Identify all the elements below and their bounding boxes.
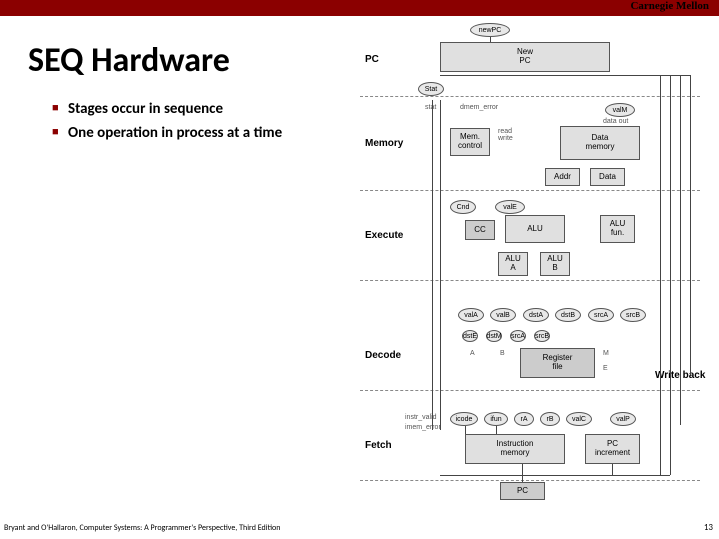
addr-block: Addr xyxy=(545,168,580,186)
wire xyxy=(465,426,466,434)
stage-label-execute: Execute xyxy=(365,230,403,241)
seq-hardware-diagram: PC Memory Execute Decode Write back Fetc… xyxy=(350,20,710,510)
dstm-small: dstM xyxy=(486,330,502,342)
ra-oval: rA xyxy=(514,412,534,426)
vala-oval: valA xyxy=(458,308,484,322)
stage-separator xyxy=(360,280,700,281)
srca-oval: srcA xyxy=(588,308,614,322)
alu-b-block: ALU B xyxy=(540,252,570,276)
pc-register-block: PC xyxy=(500,482,545,500)
wire xyxy=(670,75,671,475)
vale-oval: valE xyxy=(495,200,525,214)
srcb-oval: srcB xyxy=(620,308,646,322)
wire xyxy=(522,464,523,482)
bullet-item: Stages occur in sequence xyxy=(52,100,332,118)
stage-separator xyxy=(360,390,700,391)
mem-control-block: Mem. control xyxy=(450,128,490,156)
port-b: B xyxy=(500,350,505,357)
dste-small: dstE xyxy=(462,330,478,342)
brand-label: Carnegie Mellon xyxy=(630,0,709,12)
wire xyxy=(440,75,690,76)
data-memory-block: Data memory xyxy=(560,126,640,160)
register-file-block: Register file xyxy=(520,348,595,378)
port-e: E xyxy=(603,365,608,372)
footer-citation: Bryant and O'Hallaron, Computer Systems:… xyxy=(4,523,280,533)
data-out-label: data out xyxy=(603,118,628,125)
cnd-oval: Cnd xyxy=(450,200,476,214)
stage-label-memory: Memory xyxy=(365,138,403,149)
stage-separator xyxy=(360,96,700,97)
instruction-memory-block: Instruction memory xyxy=(465,434,565,464)
valp-oval: valP xyxy=(610,412,636,426)
stage-label-fetch: Fetch xyxy=(365,440,392,451)
bullet-list: Stages occur in sequence One operation i… xyxy=(52,100,332,148)
srcb-small: srcB xyxy=(534,330,550,342)
port-a: A xyxy=(470,350,475,357)
data-block: Data xyxy=(590,168,625,186)
alu-a-block: ALU A xyxy=(498,252,528,276)
read-write-label: read write xyxy=(498,128,513,142)
ifun-oval: ifun xyxy=(484,412,508,426)
rb-oval: rB xyxy=(540,412,560,426)
stat-oval: Stat xyxy=(418,82,444,96)
valc-oval: valC xyxy=(566,412,592,426)
bullet-item: One operation in process at a time xyxy=(52,124,332,142)
alu-block: ALU xyxy=(505,215,565,243)
port-m: M xyxy=(603,350,609,357)
stage-separator xyxy=(360,480,700,481)
wire xyxy=(440,475,670,476)
stage-label-pc: PC xyxy=(365,54,379,65)
new-pc-block: New PC xyxy=(440,42,610,72)
page-number: 13 xyxy=(704,522,713,533)
newpc-oval: newPC xyxy=(470,23,510,37)
dstb-oval: dstB xyxy=(555,308,581,322)
wire xyxy=(490,37,491,42)
alu-fun-block: ALU fun. xyxy=(600,215,635,243)
wire xyxy=(496,426,497,434)
srca-small: srcA xyxy=(510,330,526,342)
pc-increment-block: PC increment xyxy=(585,434,640,464)
icode-oval: icode xyxy=(450,412,478,426)
dmem-error-label: dmem_error xyxy=(460,104,498,111)
stage-label-decode: Decode xyxy=(365,350,401,361)
dsta-oval: dstA xyxy=(523,308,549,322)
cc-block: CC xyxy=(465,220,495,240)
stat-label: stat xyxy=(425,104,436,111)
slide-title: SEQ Hardware xyxy=(28,40,230,81)
wire xyxy=(440,100,441,430)
wire xyxy=(612,464,613,475)
wire xyxy=(680,75,681,425)
top-bar xyxy=(0,0,719,16)
imem-error-label: imem_error xyxy=(405,424,441,431)
wire xyxy=(690,75,691,375)
valb-oval: valB xyxy=(490,308,516,322)
wire xyxy=(660,75,661,475)
stage-separator xyxy=(360,190,700,191)
valm-oval: valM xyxy=(605,103,635,117)
wire xyxy=(432,100,433,430)
